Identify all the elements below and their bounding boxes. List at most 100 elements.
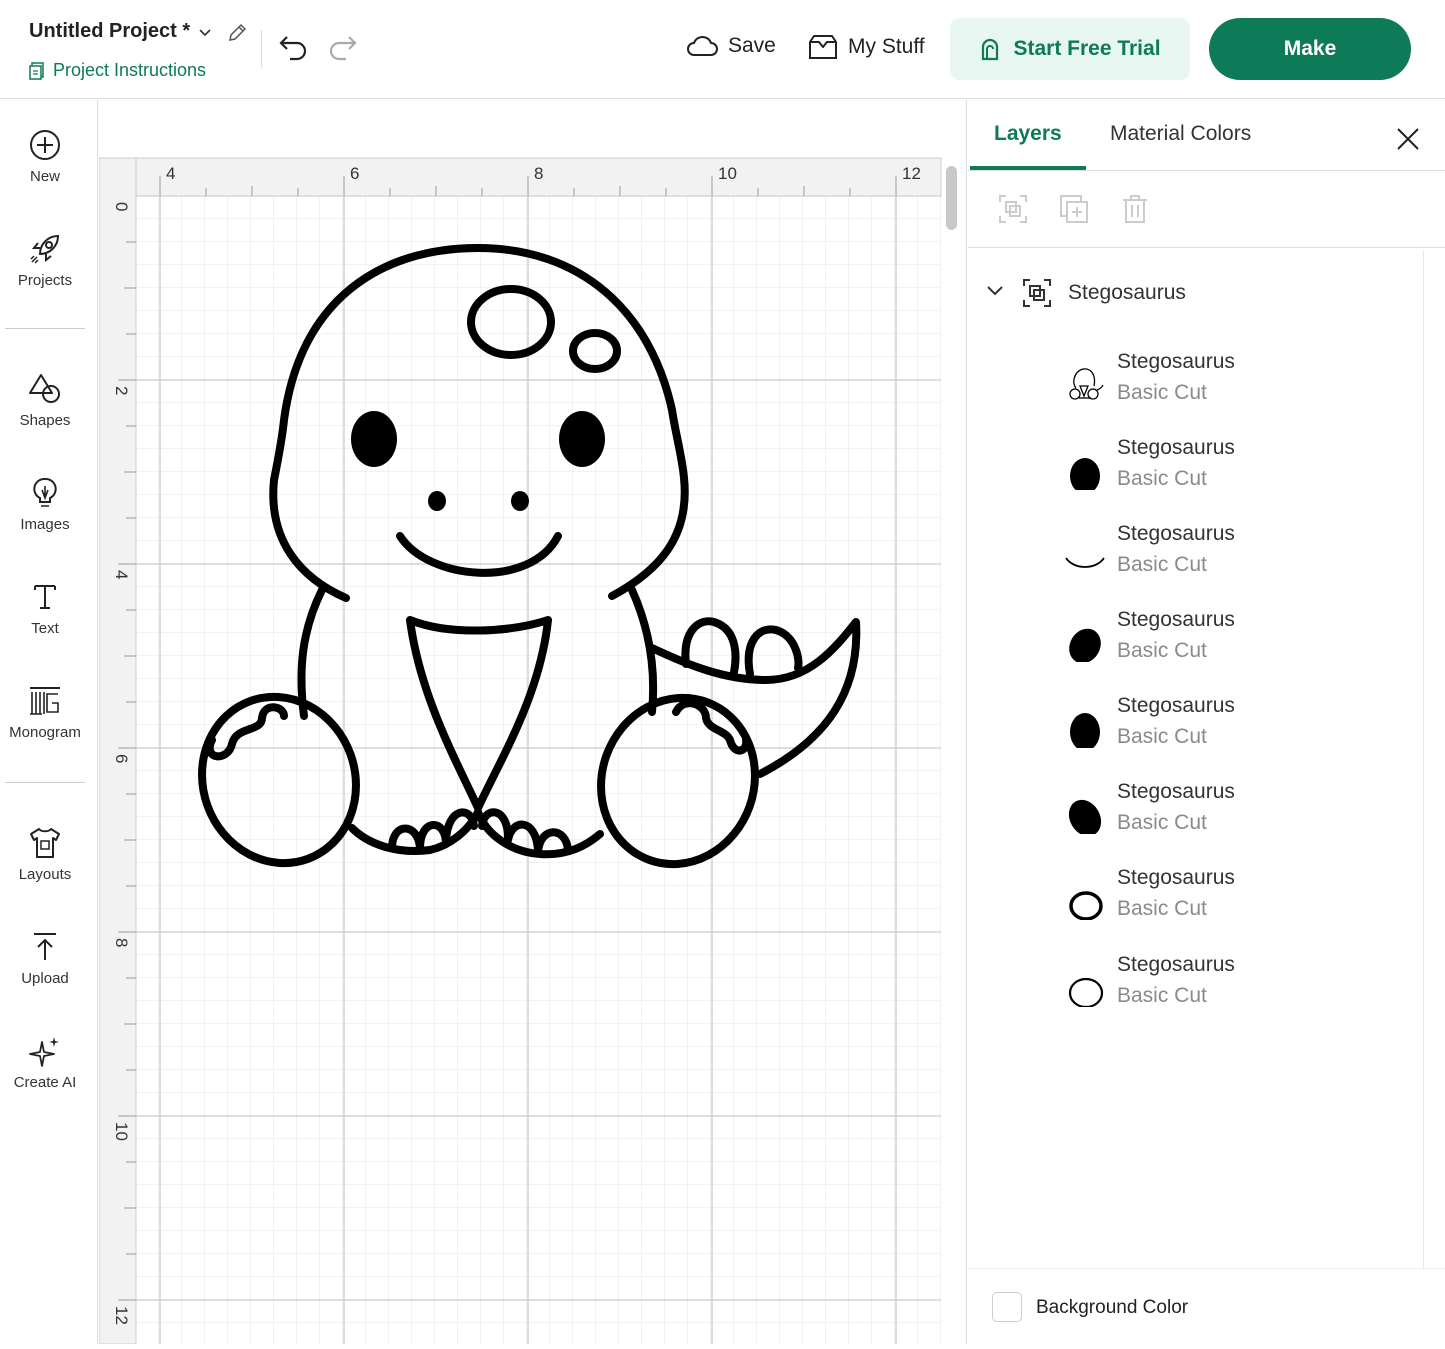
layer-row[interactable]: Stegosaurus Basic Cut — [1058, 436, 1418, 506]
ruler-left-label: 8 — [112, 938, 131, 947]
layer-name: Stegosaurus — [1117, 522, 1235, 545]
trash-icon[interactable] — [1120, 194, 1150, 224]
layer-name: Stegosaurus — [1117, 866, 1235, 889]
chevron-down-icon[interactable] — [198, 26, 212, 40]
dino-thumbnail — [1069, 368, 1104, 400]
sparkle-icon — [29, 1037, 59, 1067]
panel-scrollbar-track — [1423, 250, 1424, 1268]
layer-type: Basic Cut — [1117, 381, 1207, 404]
toolbar-divider — [261, 30, 262, 68]
layer-row[interactable]: Stegosaurus Basic Cut — [1058, 694, 1418, 764]
my-stuff-label: My Stuff — [848, 35, 925, 58]
sidebar-divider — [5, 782, 85, 783]
undo-icon[interactable] — [278, 33, 310, 61]
sidebar-item-upload[interactable]: Upload — [0, 930, 90, 987]
sidebar-item-text[interactable]: Text — [0, 580, 90, 637]
layer-group-row[interactable]: Stegosaurus — [968, 270, 1418, 318]
layer-name: Stegosaurus — [1117, 608, 1235, 631]
layer-row[interactable]: Stegosaurus Basic Cut — [1058, 522, 1418, 592]
pencil-icon[interactable] — [226, 22, 248, 44]
top-bar: Untitled Project * Project Instructions … — [0, 0, 1445, 99]
tshirt-icon — [30, 828, 60, 858]
group-icon[interactable] — [998, 194, 1028, 224]
start-free-trial-button[interactable]: Start Free Trial — [950, 18, 1190, 80]
project-title[interactable]: Untitled Project * — [29, 20, 190, 43]
save-label: Save — [728, 34, 776, 57]
duplicate-icon[interactable] — [1059, 194, 1089, 224]
filled-oval-thumbnail — [1068, 799, 1102, 834]
tabs-divider — [968, 170, 1445, 171]
text-icon — [34, 585, 56, 609]
sidebar-item-layouts[interactable]: Layouts — [0, 826, 90, 883]
sidebar-item-new[interactable]: New — [0, 128, 90, 185]
layer-name: Stegosaurus — [1117, 436, 1235, 459]
layers-panel: Layers Material Colors Stegosaurus Stego… — [968, 100, 1445, 1344]
ruler-top-label: 10 — [718, 164, 737, 183]
sidebar-item-label: Text — [31, 620, 59, 637]
save-button[interactable]: Save — [686, 34, 776, 58]
group-name: Stegosaurus — [1068, 281, 1186, 304]
outline-oval-thumbnail — [1069, 891, 1103, 920]
trial-label: Start Free Trial — [1013, 37, 1161, 60]
ruler-top-label: 4 — [166, 164, 175, 183]
ruler-left-label: 2 — [112, 386, 131, 395]
layer-name: Stegosaurus — [1117, 694, 1235, 717]
ruler-top-label: 6 — [350, 164, 359, 183]
ruler-left-label: 0 — [112, 202, 131, 211]
background-color-checkbox[interactable] — [992, 1292, 1022, 1322]
sidebar-item-label: Create AI — [13, 1074, 77, 1091]
ruler-left-label: 4 — [112, 570, 131, 579]
layer-row[interactable]: Stegosaurus Basic Cut — [1058, 350, 1418, 420]
layer-type: Basic Cut — [1117, 639, 1207, 662]
rocket-icon — [30, 234, 60, 264]
make-button[interactable]: Make — [1209, 18, 1411, 80]
sidebar-item-label: Shapes — [19, 412, 71, 429]
layer-row[interactable]: Stegosaurus Basic Cut — [1058, 608, 1418, 678]
sidebar-item-projects[interactable]: Projects — [0, 232, 90, 289]
layer-type: Basic Cut — [1117, 897, 1207, 920]
left-toolbar: New Projects Shapes Images Text Monogram… — [0, 100, 98, 1344]
project-instructions-link[interactable]: Project Instructions — [29, 60, 206, 81]
filled-oval-thumbnail — [1070, 458, 1100, 490]
sidebar-item-label: Images — [20, 516, 70, 533]
filled-oval-thumbnail — [1069, 628, 1101, 662]
tab-material-colors[interactable]: Material Colors — [1110, 122, 1251, 146]
ruler-left-label: 10 — [112, 1122, 131, 1141]
sidebar-item-label: New — [29, 168, 60, 185]
layer-name: Stegosaurus — [1117, 953, 1235, 976]
group-icon — [1023, 279, 1051, 307]
background-color-row: Background Color — [968, 1268, 1445, 1344]
shapes-icon — [29, 374, 60, 403]
design-canvas[interactable]: 4 6 8 10 12 0 2 4 6 8 10 12 — [98, 100, 967, 1345]
sidebar-item-shapes[interactable]: Shapes — [0, 372, 90, 429]
project-instructions-label: Project Instructions — [53, 60, 207, 80]
layer-type: Basic Cut — [1117, 984, 1207, 1007]
document-icon — [29, 61, 44, 80]
layer-row[interactable]: Stegosaurus Basic Cut — [1058, 866, 1418, 936]
tab-layers[interactable]: Layers — [994, 122, 1062, 146]
sidebar-item-label: Upload — [21, 970, 69, 987]
ruler-top-label: 8 — [534, 164, 543, 183]
lightbulb-icon — [33, 477, 57, 507]
ruler-top-label: 12 — [902, 164, 921, 183]
sidebar-item-images[interactable]: Images — [0, 476, 90, 533]
sidebar-item-monogram[interactable]: Monogram — [0, 684, 90, 741]
upload-icon — [34, 933, 56, 960]
close-icon[interactable] — [1395, 126, 1421, 152]
sidebar-item-label: Projects — [17, 272, 73, 289]
chevron-down-icon[interactable] — [986, 284, 1004, 298]
canvas-scrollbar[interactable] — [946, 166, 957, 230]
outline-oval-thumbnail — [1068, 977, 1104, 1007]
my-stuff-button[interactable]: My Stuff — [808, 34, 925, 60]
inbox-icon — [809, 35, 837, 59]
background-color-label: Background Color — [1036, 1297, 1189, 1318]
layer-row[interactable]: Stegosaurus Basic Cut — [1058, 953, 1418, 1023]
plus-circle-icon — [30, 130, 60, 160]
trial-icon — [982, 38, 999, 61]
canvas-grid[interactable]: 4 6 8 10 12 0 2 4 6 8 10 12 — [98, 100, 967, 1345]
monogram-icon — [30, 687, 60, 715]
ruler-left-label: 6 — [112, 754, 131, 763]
redo-icon[interactable] — [326, 33, 358, 61]
sidebar-item-create-ai[interactable]: Create AI — [0, 1034, 90, 1091]
layer-row[interactable]: Stegosaurus Basic Cut — [1058, 780, 1418, 850]
